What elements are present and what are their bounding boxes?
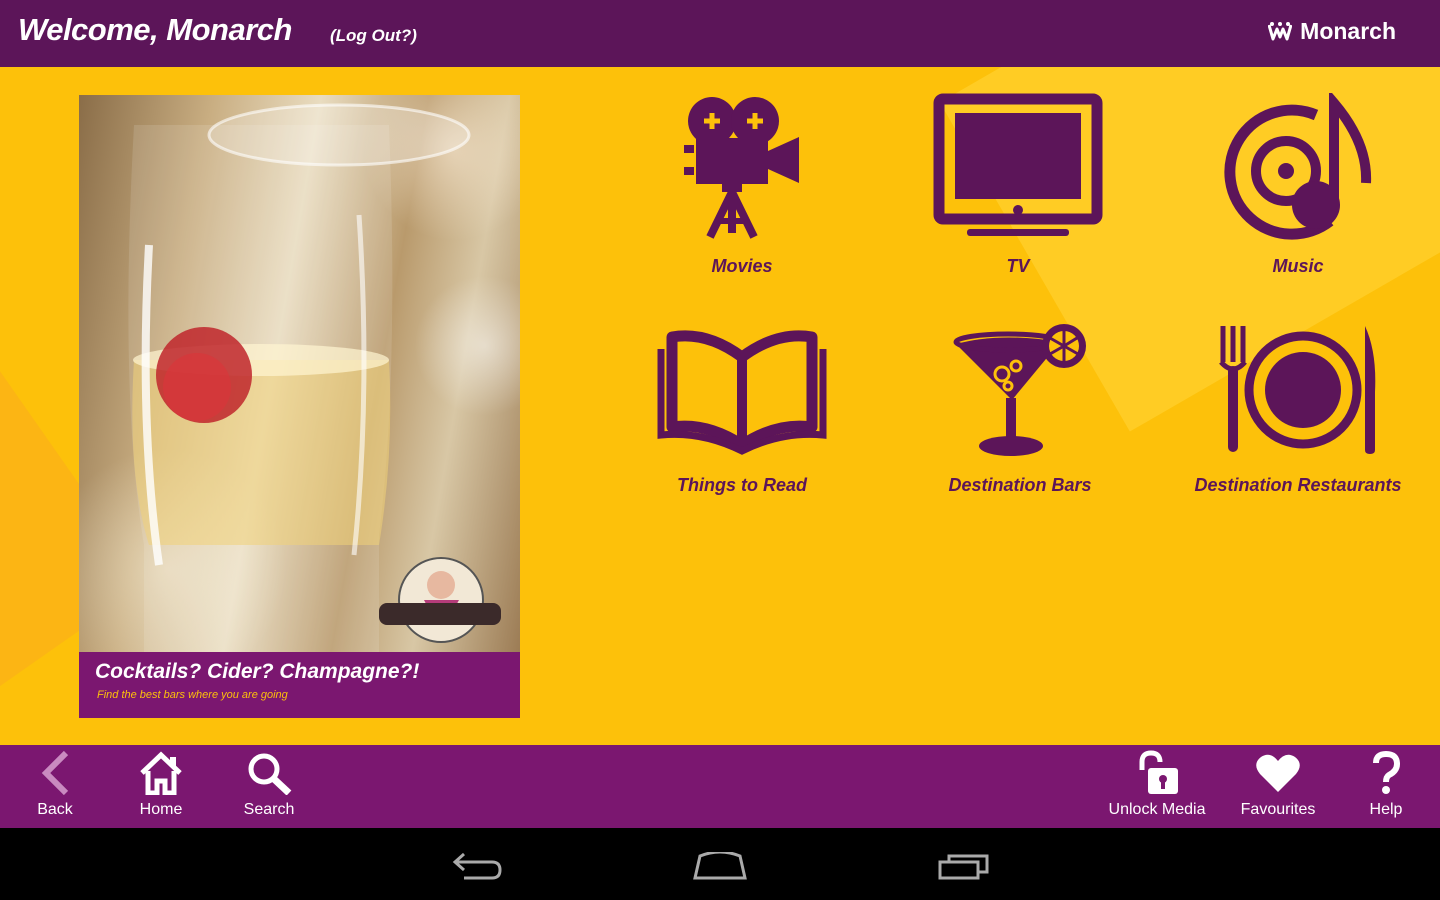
cocktail-icon <box>953 324 1086 456</box>
search-icon <box>248 753 292 795</box>
category-things-to-read[interactable]: Things to Read <box>612 327 872 527</box>
category-label: Movies <box>711 256 773 276</box>
welcome-title: Welcome, Monarch <box>18 12 292 47</box>
home-icon <box>140 751 182 795</box>
main-content: Cocktails? Cider? Champagne?! Find the b… <box>0 67 1440 745</box>
movie-camera-icon <box>684 97 799 239</box>
home-outline-icon <box>693 852 747 880</box>
system-back-button[interactable] <box>438 846 518 886</box>
category-destination-restaurants[interactable]: Destination Restaurants <box>1168 322 1428 522</box>
top-bar: Welcome, Monarch (Log Out?) Monarch <box>0 0 1440 67</box>
category-label: Destination Restaurants <box>1194 475 1402 495</box>
category-tv[interactable]: TV <box>888 93 1148 293</box>
help-button[interactable]: Help <box>1356 745 1416 828</box>
home-label: Home <box>139 801 183 818</box>
category-label: Destination Bars <box>948 475 1092 495</box>
home-button[interactable]: Home <box>128 745 194 828</box>
music-icon <box>1224 93 1372 240</box>
category-movies[interactable]: Movies <box>612 93 872 293</box>
category-music[interactable]: Music <box>1168 93 1428 293</box>
system-recents-button[interactable] <box>924 846 1004 886</box>
plate-cutlery-icon <box>1219 326 1376 454</box>
brand-logo: Monarch <box>1268 18 1396 45</box>
tv-icon <box>933 93 1103 236</box>
promo-caption: Cocktails? Cider? Champagne?! Find the b… <box>79 652 520 718</box>
monarch-crown-icon <box>1268 21 1293 40</box>
recents-icon <box>938 854 989 880</box>
category-label: TV <box>1006 256 1030 276</box>
heart-icon <box>1256 754 1300 792</box>
back-button[interactable]: Back <box>22 745 88 828</box>
category-label: Music <box>1272 256 1324 276</box>
bottom-nav-bar: Back Home Search Unlock Media Favourites… <box>0 745 1440 828</box>
back-label: Back <box>37 801 73 818</box>
promo-card[interactable]: Cocktails? Cider? Champagne?! Find the b… <box>79 95 520 718</box>
book-icon <box>657 330 827 455</box>
brand-name: Monarch <box>1300 18 1396 44</box>
category-label: Things to Read <box>677 475 807 495</box>
category-destination-bars[interactable]: Destination Bars <box>890 322 1150 522</box>
promo-title: Cocktails? Cider? Champagne?! <box>95 660 420 683</box>
unlock-media-button[interactable]: Unlock Media <box>1102 745 1212 828</box>
search-label: Search <box>243 801 295 818</box>
logout-link[interactable]: (Log Out?) <box>330 26 417 46</box>
back-arrow-icon <box>452 852 502 880</box>
favourites-button[interactable]: Favourites <box>1234 745 1322 828</box>
search-button[interactable]: Search <box>236 745 302 828</box>
unlock-icon <box>1139 750 1178 794</box>
champagne-photo <box>79 95 520 652</box>
favourites-label: Favourites <box>1240 801 1316 818</box>
unlock-media-label: Unlock Media <box>1108 801 1206 818</box>
help-label: Help <box>1369 801 1403 818</box>
promo-subtitle: Find the best bars where you are going <box>97 689 288 701</box>
system-home-button[interactable] <box>680 846 760 886</box>
question-mark-icon <box>1373 751 1401 794</box>
champagne-glass-illustration <box>128 103 501 652</box>
system-navigation-bar <box>0 828 1440 900</box>
chevron-left-icon <box>41 751 69 795</box>
